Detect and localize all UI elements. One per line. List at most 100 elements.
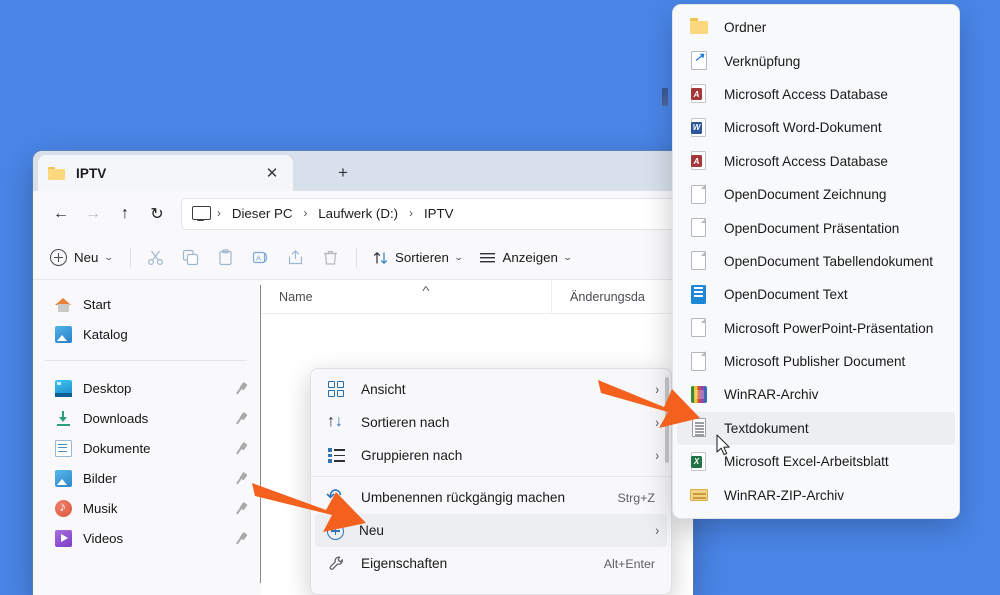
rename-icon[interactable]: A: [244, 242, 278, 274]
breadcrumb-separator: ›: [409, 207, 413, 220]
submenu-item-word-dokument[interactable]: W Microsoft Word-Dokument: [677, 111, 955, 144]
submenu-item-label: Microsoft PowerPoint-Präsentation: [724, 320, 934, 336]
pin-icon[interactable]: [234, 442, 247, 455]
submenu-item-publisher-document[interactable]: Microsoft Publisher Document: [677, 345, 955, 378]
submenu-item-label: Ordner: [724, 20, 767, 36]
sidebar-item-label: Downloads: [83, 410, 149, 426]
sidebar-item-label: Start: [83, 296, 111, 312]
sidebar-item-label: Videos: [83, 530, 124, 546]
download-icon: [55, 410, 72, 427]
submenu-item-opendocument-zeichnung[interactable]: OpenDocument Zeichnung: [677, 178, 955, 211]
chevron-down-icon: ⌄: [453, 252, 464, 262]
sidebar-item-bilder[interactable]: Bilder: [45, 463, 253, 493]
sidebar-item-katalog[interactable]: Katalog: [45, 319, 253, 349]
context-menu-item-gruppieren-nach[interactable]: Gruppieren nach ›: [315, 439, 667, 472]
sidebar-item-videos[interactable]: Videos: [45, 523, 253, 553]
arrow-pointing-to-neu: [252, 479, 368, 546]
submenu-item-opendocument-text[interactable]: OpenDocument Text: [677, 278, 955, 311]
submenu-item-winrar-zip-archiv[interactable]: WinRAR-ZIP-Archiv: [677, 478, 955, 511]
new-tab-button[interactable]: +: [330, 160, 356, 184]
window-edge-marker: [662, 88, 668, 106]
context-menu-item-eigenschaften[interactable]: Eigenschaften Alt+Enter: [315, 547, 667, 580]
submenu-item-label: OpenDocument Präsentation: [724, 220, 900, 236]
pin-icon[interactable]: [234, 472, 247, 485]
trash-icon[interactable]: [314, 242, 348, 274]
submenu-item-label: Microsoft Publisher Document: [724, 354, 906, 370]
submenu-item-opendocument-tabellendokument[interactable]: OpenDocument Tabellendokument: [677, 245, 955, 278]
submenu-item-label: OpenDocument Text: [724, 287, 848, 303]
arrow-up-icon[interactable]: ↑: [109, 198, 141, 230]
group-icon: [327, 446, 346, 465]
this-pc-icon: [192, 206, 211, 221]
submenu-item-winrar-archiv[interactable]: WinRAR-Archiv: [677, 378, 955, 411]
new-button[interactable]: Neu ⌄: [43, 242, 122, 274]
sidebar-item-start[interactable]: Start: [45, 289, 253, 319]
access-icon: A: [689, 84, 709, 104]
paste-icon[interactable]: [209, 242, 243, 274]
scissors-icon[interactable]: [139, 242, 173, 274]
submenu-item-label: Microsoft Access Database: [724, 86, 888, 102]
toolbar-divider: [355, 247, 357, 268]
folder-icon: [689, 18, 709, 38]
sidebar-item-musik[interactable]: Musik: [45, 493, 253, 523]
sort-icon: [373, 251, 387, 264]
pictures-icon: [55, 469, 72, 487]
sidebar-item-dokumente[interactable]: Dokumente: [45, 433, 253, 463]
view-button[interactable]: Anzeigen ⌄: [471, 242, 579, 274]
sort-button[interactable]: Sortieren ⌄: [365, 242, 471, 274]
navigation-sidebar: Start Katalog Desktop Downloads Dokument…: [33, 280, 261, 595]
submenu-item-opendocument-praesentation[interactable]: OpenDocument Präsentation: [677, 211, 955, 244]
videos-icon: [55, 529, 72, 547]
navigation-bar: ← → ↑ ↻ › Dieser PC › Laufwerk (D:) › IP…: [33, 191, 693, 236]
view-grid-icon: [327, 380, 346, 399]
blank-page-icon: [689, 217, 709, 238]
arrow-left-icon[interactable]: ←: [45, 198, 77, 230]
desktop-icon: [55, 379, 72, 397]
submenu-item-access-database-1[interactable]: A Microsoft Access Database: [677, 78, 955, 111]
pin-icon[interactable]: [234, 532, 247, 545]
submenu-item-label: WinRAR-ZIP-Archiv: [724, 487, 845, 503]
sidebar-item-downloads[interactable]: Downloads: [45, 403, 253, 433]
context-menu-item-label: Gruppieren nach: [361, 448, 463, 463]
new-button-label: Neu: [74, 250, 99, 265]
arrow-right-icon[interactable]: →: [77, 198, 109, 230]
context-menu-divider: [311, 476, 671, 477]
submenu-item-label: Microsoft Excel-Arbeitsblatt: [724, 454, 889, 470]
chevron-right-icon: ›: [655, 523, 659, 538]
blank-page-icon: [689, 251, 709, 271]
svg-text:A: A: [256, 253, 261, 262]
breadcrumb-separator: ›: [217, 207, 221, 220]
submenu-item-label: Textdokument: [724, 420, 809, 436]
submenu-item-access-database-2[interactable]: A Microsoft Access Database: [677, 145, 955, 178]
documents-icon: [55, 439, 72, 457]
list-icon: [480, 252, 496, 262]
context-menu-item-shortcut: Alt+Enter: [603, 556, 655, 571]
sidebar-item-desktop[interactable]: Desktop: [45, 373, 253, 403]
tab-iptv[interactable]: IPTV ✕: [38, 155, 293, 191]
music-icon: [55, 499, 72, 517]
breadcrumb-separator: ›: [303, 207, 308, 220]
submenu-item-label: WinRAR-Archiv: [724, 387, 819, 403]
copy-icon[interactable]: [174, 242, 208, 274]
share-icon[interactable]: [279, 242, 313, 274]
shortcut-icon: [689, 50, 709, 71]
submenu-item-ordner[interactable]: Ordner: [677, 11, 955, 44]
breadcrumb-item-dieser-pc[interactable]: Dieser PC: [227, 203, 298, 224]
sidebar-item-label: Desktop: [83, 380, 132, 396]
address-bar[interactable]: › Dieser PC › Laufwerk (D:) › IPTV: [181, 197, 685, 230]
submenu-item-verknuepfung[interactable]: Verknüpfung: [677, 44, 955, 77]
refresh-icon[interactable]: ↻: [141, 198, 173, 230]
submenu-item-powerpoint-praesentation[interactable]: Microsoft PowerPoint-Präsentation: [677, 312, 955, 345]
toolbar-divider: [129, 247, 131, 268]
column-header-name[interactable]: Name ˄: [261, 280, 551, 313]
winrar-zip-icon: [689, 485, 709, 505]
pin-icon[interactable]: [234, 502, 247, 515]
breadcrumb-item-iptv[interactable]: IPTV: [419, 203, 459, 224]
gallery-icon: [55, 325, 72, 343]
context-menu-item-label: Neu: [359, 523, 384, 538]
breadcrumb-item-laufwerk-d[interactable]: Laufwerk (D:): [313, 203, 403, 224]
pin-icon[interactable]: [234, 412, 247, 425]
pin-icon[interactable]: [234, 382, 247, 395]
close-icon[interactable]: ✕: [261, 162, 283, 184]
sort-button-label: Sortieren: [394, 250, 449, 265]
